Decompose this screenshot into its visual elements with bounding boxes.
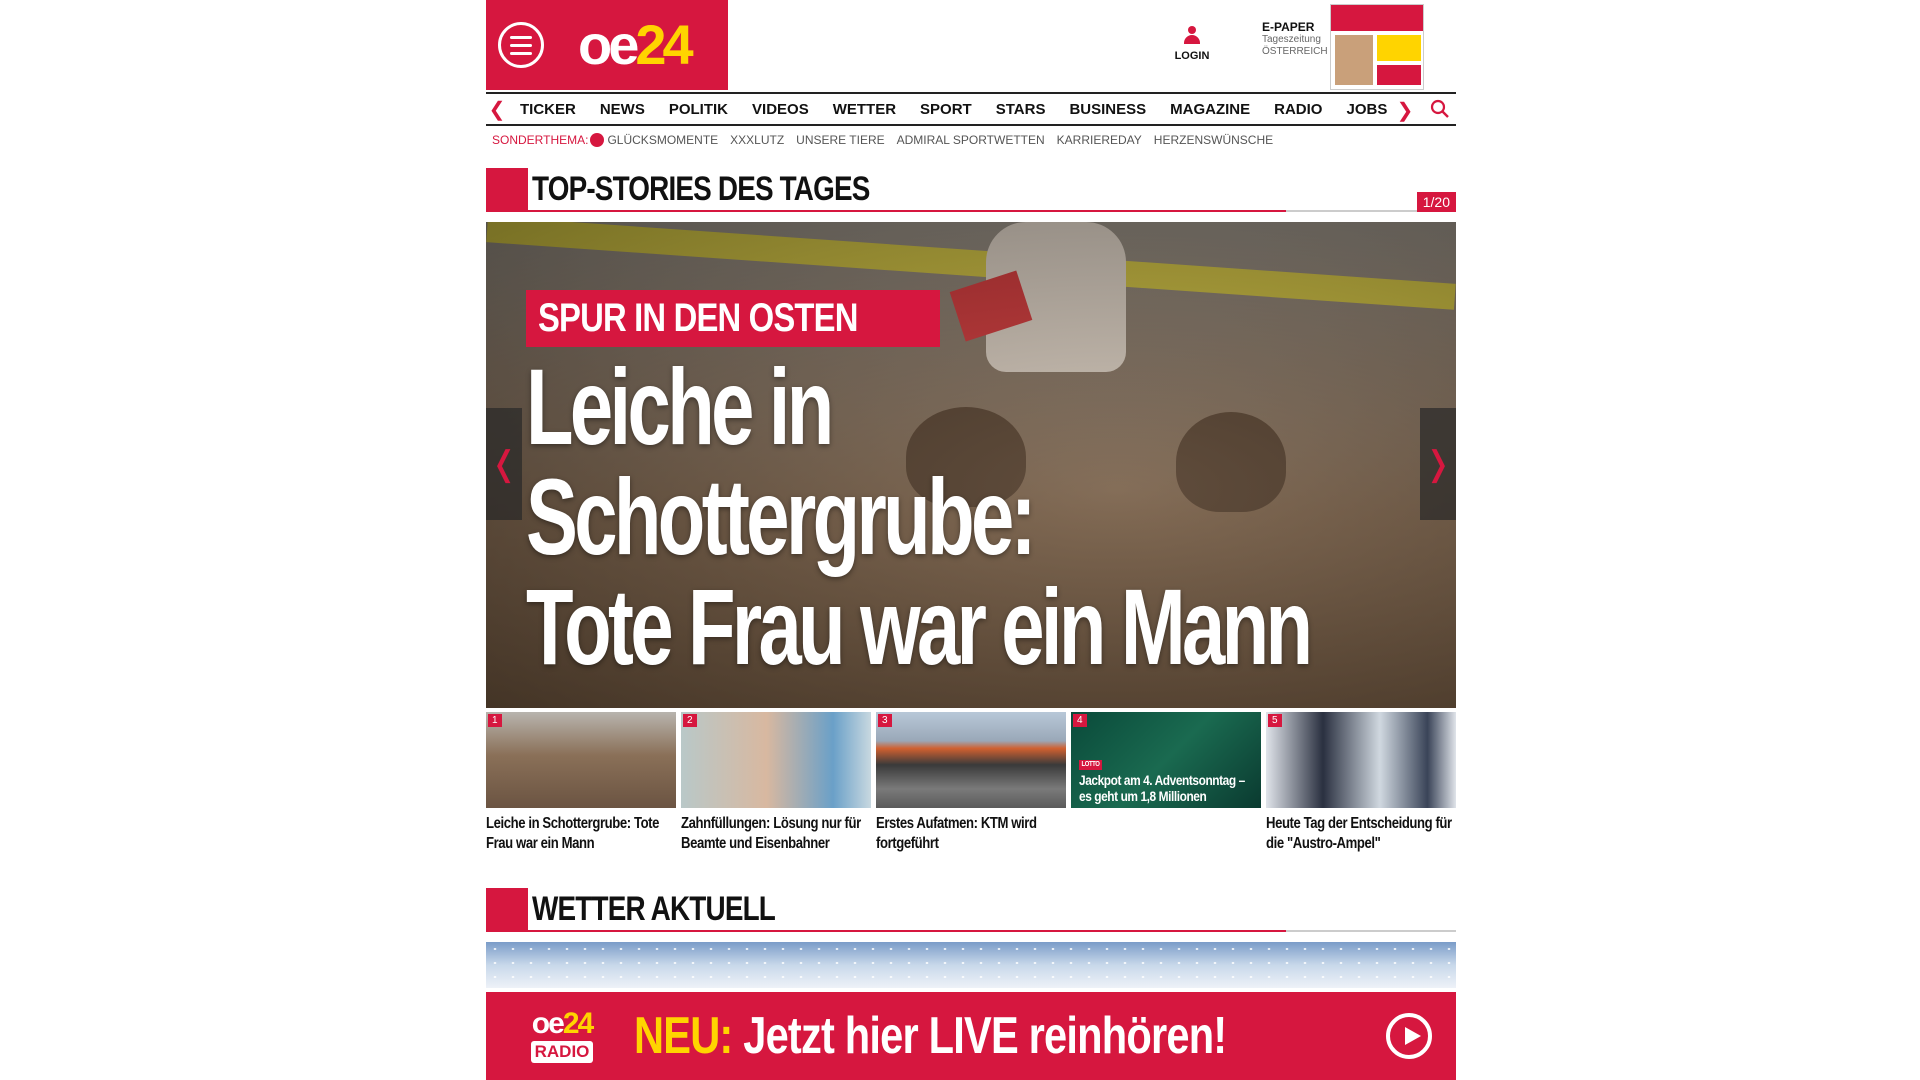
radio-logo-main: oe: [531, 1007, 565, 1040]
teaser-list: 1 Leiche in Schottergrube: Tote Frau war…: [486, 712, 1456, 854]
section-underline-gray: [1286, 930, 1456, 932]
slide-counter: 1/20: [1416, 192, 1456, 212]
sub-nav-label: SONDERTHEMA:: [492, 133, 589, 147]
login-label: LOGIN: [1174, 50, 1210, 62]
epaper-subtitle: Tageszeitung: [1262, 34, 1321, 46]
nav-items: TICKER NEWS POLITIK VIDEOS WETTER SPORT …: [508, 101, 1456, 118]
epaper-cover-masthead: [1331, 5, 1423, 31]
teaser-caption: Heute Tag der Entscheidung für die "Aust…: [1266, 815, 1452, 852]
epaper-title: E-PAPER: [1262, 20, 1315, 34]
section-title: WETTER AKTUELL: [532, 890, 776, 928]
nav-item-business[interactable]: BUSINESS: [1057, 101, 1158, 118]
logo-block: oe24: [486, 0, 728, 90]
teaser-overlay: LOTTO Jackpot am 4. Adventsonntag – es g…: [1079, 753, 1258, 804]
hero-story[interactable]: SPUR IN DEN OSTEN Leiche in Schottergrub…: [486, 222, 1456, 708]
teaser-image: 4 LOTTO Jackpot am 4. Adventsonntag – es…: [1071, 712, 1261, 808]
weather-widget-banner[interactable]: [486, 942, 1456, 988]
teaser-number: 1: [488, 714, 502, 727]
radio-logo: oe24 RADIO: [516, 1009, 608, 1063]
epaper-link[interactable]: E-PAPER Tageszeitung ÖSTERREICH: [1262, 20, 1328, 58]
sub-nav-item-karriereday[interactable]: KARRIEREDAY: [1057, 133, 1142, 147]
radio-cta-text: Jetzt hier LIVE reinhören!: [743, 1007, 1227, 1065]
teaser-image: 3: [876, 712, 1066, 808]
nav-item-magazine[interactable]: MAGAZINE: [1158, 101, 1262, 118]
sub-nav-item-admiral[interactable]: ADMIRAL SPORTWETTEN: [897, 133, 1045, 147]
radio-logo-accent: 24: [562, 1007, 594, 1040]
epaper-cover-thumbnail[interactable]: [1330, 4, 1424, 90]
login-button[interactable]: LOGIN: [1172, 26, 1212, 62]
epaper-subtitle-2: ÖSTERREICH: [1262, 46, 1328, 58]
hero-headline-line-1: Leiche in: [526, 346, 834, 467]
nav-item-radio[interactable]: RADIO: [1262, 101, 1334, 118]
teaser-caption: Zahnfüllungen: Lösung nur für Beamte und…: [681, 815, 861, 852]
section-marker: [486, 888, 528, 932]
radio-live-banner[interactable]: oe24 RADIO NEU: Jetzt hier LIVE reinhöre…: [486, 992, 1456, 1080]
weather-heading: WETTER AKTUELL: [486, 888, 1456, 932]
nav-item-jobs[interactable]: JOBS: [1334, 101, 1399, 118]
user-icon: [1184, 26, 1200, 46]
snowflakes: [486, 942, 1456, 988]
teaser-image: 2: [681, 712, 871, 808]
top-stories-heading: TOP-STORIES DES TAGES 1/20: [486, 168, 1456, 212]
epaper-cover-teaser: [1377, 65, 1421, 85]
chevron-right-icon: ❭: [1423, 445, 1453, 483]
teaser-item[interactable]: 5 Heute Tag der Entscheidung für die "Au…: [1266, 712, 1456, 854]
teaser-number: 2: [683, 714, 697, 727]
epaper-cover-headline: [1377, 35, 1421, 61]
teaser-image: 1: [486, 712, 676, 808]
radio-neu-label: NEU:: [634, 1007, 733, 1065]
site-header: oe24 LOGIN E-PAPER Tageszeitung ÖSTERREI…: [486, 0, 1456, 92]
radio-banner-text: NEU: Jetzt hier LIVE reinhören!: [634, 1006, 1227, 1066]
section-marker: [486, 168, 528, 212]
chevron-left-icon[interactable]: ❮: [486, 97, 508, 122]
teaser-number: 3: [878, 714, 892, 727]
nav-item-news[interactable]: NEWS: [588, 101, 657, 118]
section-title: TOP-STORIES DES TAGES: [532, 170, 870, 208]
hero-kicker: SPUR IN DEN OSTEN: [526, 290, 940, 347]
chevron-right-icon[interactable]: ❯: [1394, 98, 1416, 123]
nav-item-stars[interactable]: STARS: [984, 101, 1058, 118]
hero-next-button[interactable]: ❭: [1420, 408, 1456, 520]
teaser-item[interactable]: 1 Leiche in Schottergrube: Tote Frau war…: [486, 712, 676, 854]
teaser-item[interactable]: 4 LOTTO Jackpot am 4. Adventsonntag – es…: [1071, 712, 1261, 854]
heart-icon: [590, 133, 605, 147]
teaser-number: 4: [1073, 714, 1087, 727]
teaser-item[interactable]: 2 Zahnfüllungen: Lösung nur für Beamte u…: [681, 712, 871, 854]
radio-badge: RADIO: [530, 1041, 594, 1063]
nav-item-videos[interactable]: VIDEOS: [740, 101, 821, 118]
weather-section: WETTER AKTUELL: [486, 888, 1456, 988]
sub-nav-item-xxxlutz[interactable]: XXXLUTZ: [730, 133, 784, 147]
play-icon[interactable]: [1386, 1013, 1432, 1059]
sub-nav: SONDERTHEMA: GLÜCKSMOMENTE XXXLUTZ UNSER…: [486, 126, 1456, 154]
chevron-left-icon: ❬: [489, 445, 519, 483]
sub-nav-item-herzenswuensche[interactable]: HERZENSWÜNSCHE: [1154, 133, 1273, 147]
teaser-tag: LOTTO: [1079, 760, 1103, 770]
nav-item-wetter[interactable]: WETTER: [821, 101, 908, 118]
hero-headline-line-2: Schottergrube:: [526, 456, 1037, 577]
epaper-cover-photo: [1335, 35, 1373, 85]
nav-item-politik[interactable]: POLITIK: [657, 101, 740, 118]
teaser-number: 5: [1268, 714, 1282, 727]
site-logo[interactable]: oe24: [578, 17, 694, 73]
nav-item-ticker[interactable]: TICKER: [508, 101, 588, 118]
hero-prev-button[interactable]: ❬: [486, 408, 522, 520]
hamburger-menu-icon[interactable]: [498, 22, 544, 68]
teaser-caption: Leiche in Schottergrube: Tote Frau war e…: [486, 815, 660, 852]
teaser-item[interactable]: 3 Erstes Aufatmen: KTM wird fortgeführt: [876, 712, 1066, 854]
nav-item-sport[interactable]: SPORT: [908, 101, 984, 118]
page: oe24 LOGIN E-PAPER Tageszeitung ÖSTERREI…: [486, 0, 1456, 1080]
teaser-overlay-text: Jackpot am 4. Adventsonntag – es geht um…: [1079, 772, 1245, 804]
sub-nav-item-unsere-tiere[interactable]: UNSERE TIERE: [796, 133, 884, 147]
main-nav: ❮ TICKER NEWS POLITIK VIDEOS WETTER SPOR…: [486, 92, 1456, 126]
teaser-caption: Erstes Aufatmen: KTM wird fortgeführt: [876, 815, 1037, 852]
teaser-image: 5: [1266, 712, 1456, 808]
search-icon[interactable]: [1430, 99, 1450, 119]
hero-headline-line-3: Tote Frau war ein Mann: [526, 566, 1313, 687]
hero-headline: Leiche in Schottergrube: Tote Frau war e…: [526, 352, 1419, 682]
sub-nav-item-gluecksmomente[interactable]: GLÜCKSMOMENTE: [607, 133, 718, 147]
